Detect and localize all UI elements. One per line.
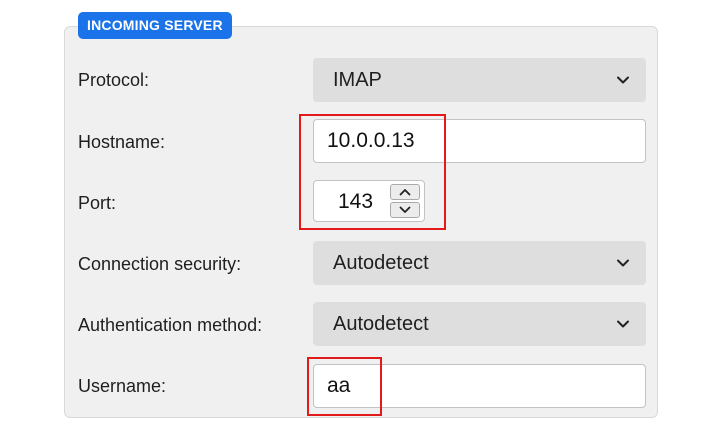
authentication-method-select[interactable]: Autodetect	[313, 302, 646, 346]
chevron-up-icon	[399, 189, 411, 196]
chevron-down-icon	[399, 206, 411, 213]
chevron-down-icon	[617, 259, 629, 267]
protocol-select[interactable]: IMAP	[313, 58, 646, 102]
chevron-down-icon	[617, 320, 629, 328]
port-decrement-button[interactable]	[390, 202, 420, 218]
connection-security-label: Connection security:	[78, 254, 242, 274]
username-input[interactable]: aa	[313, 364, 646, 408]
port-label: Port:	[78, 193, 117, 213]
protocol-value: IMAP	[333, 69, 382, 91]
port-spinner[interactable]: 143	[313, 180, 425, 222]
section-legend: INCOMING SERVER	[78, 12, 232, 39]
connection-security-select[interactable]: Autodetect	[313, 241, 646, 285]
hostname-value: 10.0.0.13	[327, 129, 415, 152]
account-settings-panel: INCOMING SERVER Protocol: IMAP Hostname:…	[0, 0, 712, 432]
protocol-label: Protocol:	[78, 70, 150, 90]
hostname-input[interactable]: 10.0.0.13	[313, 119, 646, 163]
chevron-down-icon	[617, 76, 629, 84]
hostname-label: Hostname:	[78, 132, 166, 152]
authentication-method-value: Autodetect	[333, 313, 429, 335]
username-label: Username:	[78, 376, 167, 396]
connection-security-value: Autodetect	[333, 252, 429, 274]
port-stepper-buttons	[390, 184, 420, 218]
authentication-method-label: Authentication method:	[78, 315, 263, 335]
port-increment-button[interactable]	[390, 184, 420, 200]
username-value: aa	[327, 374, 351, 397]
port-value: 143	[338, 190, 374, 213]
